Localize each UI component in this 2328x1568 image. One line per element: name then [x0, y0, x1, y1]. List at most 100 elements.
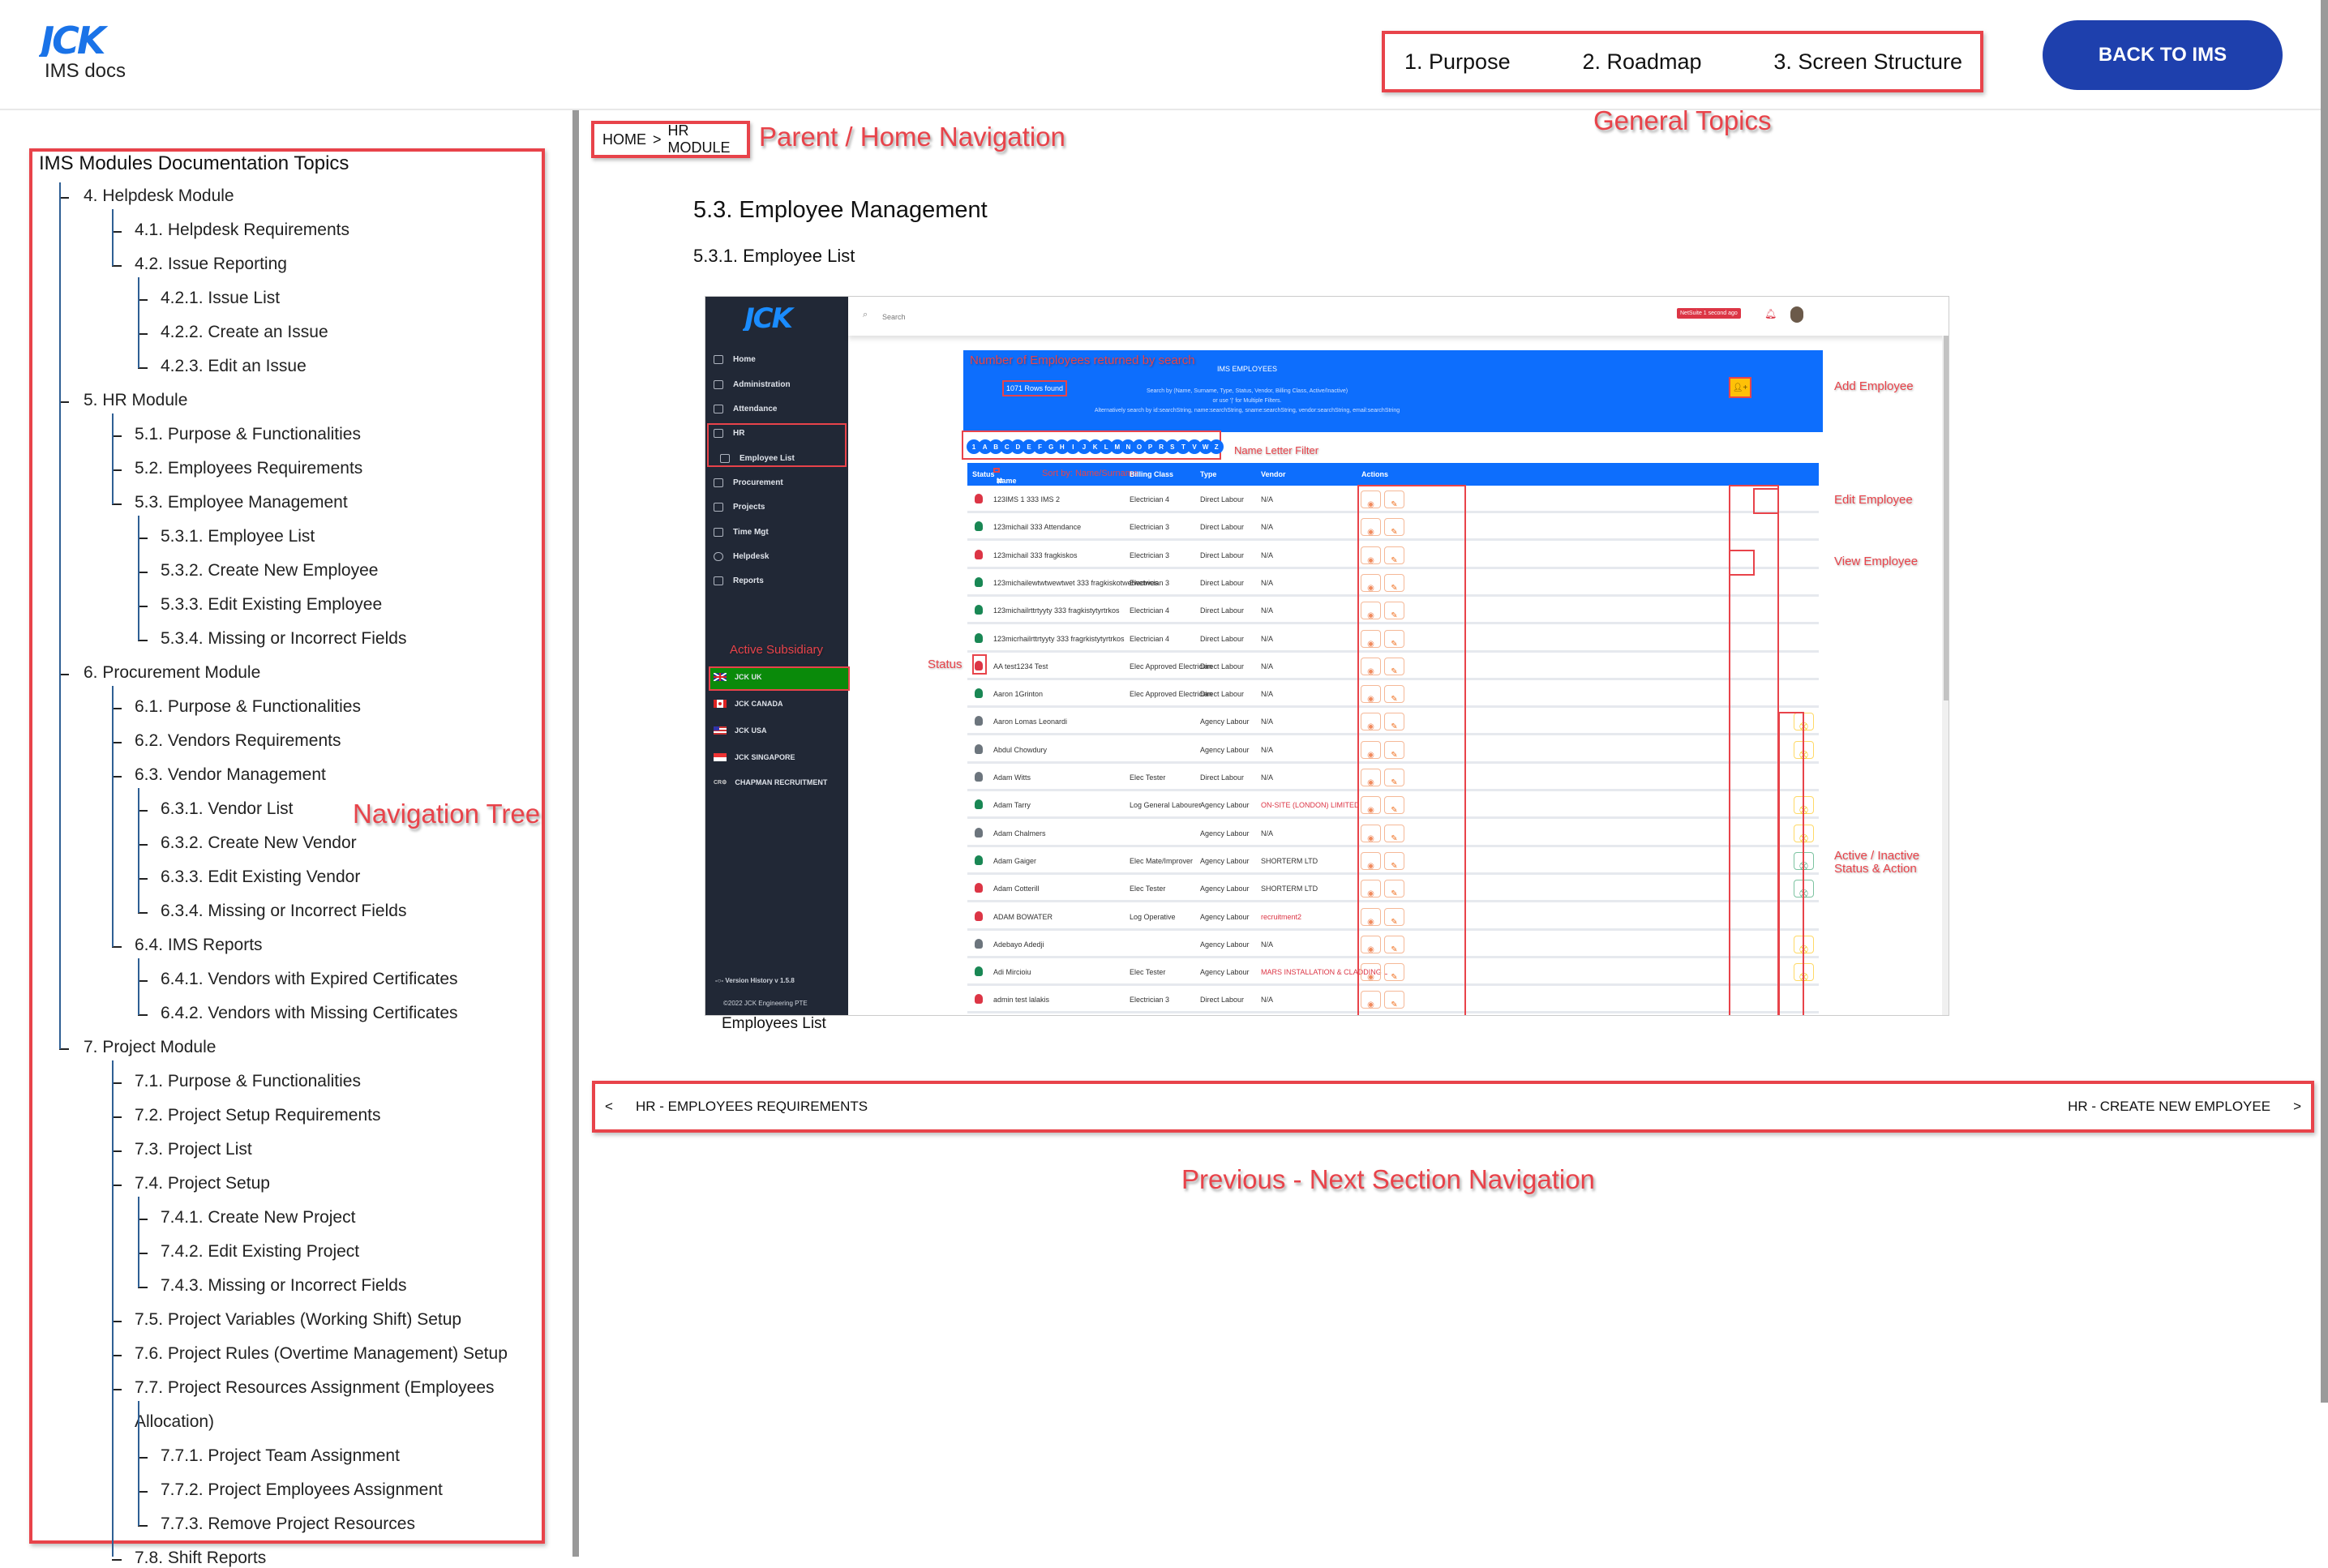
tree-item[interactable]: 7.7.3. Remove Project Resources — [161, 1514, 415, 1534]
employee-type: Direct Labour — [1200, 634, 1245, 643]
tree-item[interactable]: 6.3.4. Missing or Incorrect Fields — [161, 902, 406, 921]
vendor: N/A — [1261, 996, 1274, 1005]
tree-branch-line — [138, 277, 139, 368]
tree-branch-line — [112, 1060, 114, 1557]
tree-item[interactable]: 6.4.1. Vendors with Expired Certificates — [161, 970, 458, 989]
vendor: N/A — [1261, 690, 1274, 699]
topic-roadmap[interactable]: 2. Roadmap — [1582, 49, 1701, 75]
employee-name: Adam Cotterill — [993, 885, 1040, 893]
tree-item[interactable]: 5.3.1. Employee List — [161, 527, 315, 546]
tree-item[interactable]: 6.3.3. Edit Existing Vendor — [161, 868, 360, 887]
prev-section-label: HR - EMPLOYEES REQUIREMENTS — [635, 1099, 868, 1114]
breadcrumb: HOME > HR MODULE — [591, 121, 750, 158]
employee-type: Direct Labour — [1200, 495, 1245, 503]
person-status-icon — [975, 910, 983, 921]
vendor: N/A — [1261, 606, 1274, 615]
person-status-icon — [975, 716, 983, 726]
tree-item[interactable]: 7.3. Project List — [135, 1140, 252, 1159]
tree-item[interactable]: 7.4.1. Create New Project — [161, 1208, 355, 1227]
tree-item[interactable]: 7.4.2. Edit Existing Project — [161, 1242, 359, 1262]
hr-menu-highlight — [707, 423, 847, 467]
tree-item[interactable]: 4.2.1. Issue List — [161, 289, 280, 308]
breadcrumb-home[interactable]: HOME — [602, 131, 646, 148]
tree-item[interactable]: 6.2. Vendors Requirements — [135, 731, 341, 751]
employee-name: Adi Mircioiu — [993, 968, 1031, 977]
tree-item[interactable]: 4.2. Issue Reporting — [135, 255, 287, 274]
tree-item[interactable]: 7.5. Project Variables (Working Shift) S… — [135, 1310, 461, 1330]
employee-type: Agency Labour — [1200, 940, 1250, 949]
tree-item[interactable]: 5.2. Employees Requirements — [135, 459, 362, 478]
copyright: ©2022 JCK Engineering PTE — [723, 1000, 808, 1007]
tree-item[interactable]: 6.4.2. Vendors with Missing Certificates — [161, 1004, 458, 1023]
app-nav-reports: Reports — [714, 576, 764, 585]
app-nav-time-mgt: Time Mgt — [714, 528, 769, 537]
tree-branch-line — [112, 686, 114, 947]
tree-item[interactable]: 6.4. IMS Reports — [135, 936, 263, 955]
tree-item[interactable]: 7.6. Project Rules (Overtime Management)… — [135, 1344, 508, 1364]
tree-item[interactable]: 5.1. Purpose & Functionalities — [135, 425, 361, 444]
tree-item[interactable]: 4.2.2. Create an Issue — [161, 323, 328, 342]
back-to-ims-button[interactable]: BACK TO IMS — [2043, 20, 2283, 90]
tree-item[interactable]: 7. Project Module — [84, 1038, 216, 1057]
tree-item[interactable]: 7.7. Project Resources Assignment (Emplo… — [135, 1378, 495, 1398]
singapore-flag-icon — [714, 753, 727, 761]
tree-item[interactable]: 6.3.2. Create New Vendor — [161, 833, 357, 853]
employee-name: AA test1234 Test — [993, 662, 1048, 670]
add-employee-button: 👤︎+ — [1729, 377, 1751, 398]
employee-name: 123michail 333 Attendance — [993, 523, 1082, 532]
tree-item[interactable]: 6.3. Vendor Management — [135, 765, 326, 785]
tree-item[interactable]: 5. HR Module — [84, 391, 187, 410]
billing-class: Electrician 3 — [1130, 523, 1170, 532]
employee-type: Direct Labour — [1200, 773, 1245, 782]
page-scrollbar[interactable] — [2321, 0, 2328, 1403]
person-status-icon — [975, 494, 983, 503]
tree-item[interactable]: 7.1. Purpose & Functionalities — [135, 1072, 361, 1091]
tree-item[interactable]: 7.7.1. Project Team Assignment — [161, 1446, 400, 1466]
tree-branch-line — [138, 516, 139, 640]
breadcrumb-hr-module[interactable]: HR MODULE — [668, 122, 747, 156]
tree-item[interactable]: 6.3.1. Vendor List — [161, 799, 293, 819]
figure-caption: Employees List — [722, 1015, 826, 1032]
letter-filter-z: Z — [1209, 439, 1224, 454]
topic-purpose[interactable]: 1. Purpose — [1404, 49, 1511, 75]
nav-tree-title: IMS Modules Documentation Topics — [39, 152, 349, 174]
billing-class: Elec Tester — [1130, 968, 1166, 977]
tree-item[interactable]: 7.7.2. Project Employees Assignment — [161, 1480, 443, 1500]
tree-item[interactable]: 4.1. Helpdesk Requirements — [135, 221, 349, 240]
tree-branch-line — [138, 1197, 139, 1287]
tree-item[interactable]: 6. Procurement Module — [84, 663, 260, 683]
tree-item[interactable]: 4. Helpdesk Module — [84, 186, 234, 206]
toggle-column-highlight — [1778, 712, 1804, 1015]
employee-name: 123IMS 1 333 IMS 2 — [993, 495, 1061, 503]
employee-name: Adam Tarry — [993, 801, 1031, 810]
employee-type: Agency Labour — [1200, 856, 1250, 865]
tree-item[interactable]: 5.3. Employee Management — [135, 493, 348, 512]
tree-item[interactable]: 7.8. Shift Reports — [135, 1549, 266, 1568]
subsidiary-jck-canada: JCK CANADA — [714, 700, 783, 708]
vendor: SHORTERM LTD — [1261, 856, 1318, 865]
diagram-icon — [714, 503, 723, 512]
tree-item[interactable]: 5.3.4. Missing or Incorrect Fields — [161, 629, 406, 649]
employee-name: ADAM BOWATER — [993, 912, 1053, 921]
annotation-view-employee: View Employee — [1834, 555, 1919, 568]
calendar-check-icon — [714, 405, 723, 413]
employee-type: Direct Labour — [1200, 662, 1245, 670]
tree-item[interactable]: 7.2. Project Setup Requirements — [135, 1106, 381, 1125]
tree-item[interactable]: 5.3.3. Edit Existing Employee — [161, 595, 382, 615]
tree-item[interactable]: 5.3.2. Create New Employee — [161, 561, 378, 581]
panel-divider[interactable] — [572, 110, 579, 1557]
tree-item[interactable]: 4.2.3. Edit an Issue — [161, 357, 307, 376]
tree-item[interactable]: 7.4. Project Setup — [135, 1174, 270, 1193]
tree-item[interactable]: 7.4.3. Missing or Incorrect Fields — [161, 1276, 406, 1296]
vendor: N/A — [1261, 495, 1274, 503]
vendor: recruitment2 — [1261, 912, 1302, 921]
employee-type: Direct Labour — [1200, 523, 1245, 532]
prev-section-link[interactable]: < HR - EMPLOYEES REQUIREMENTS — [605, 1099, 868, 1115]
next-section-link[interactable]: HR - CREATE NEW EMPLOYEE > — [2068, 1099, 2301, 1115]
topic-screen-structure[interactable]: 3. Screen Structure — [1773, 49, 1962, 75]
jck-logo[interactable]: JCK — [39, 21, 132, 57]
table-header: Status ⇄ Name Sort by: Name/Surname Billi… — [967, 463, 1819, 486]
employee-type: Agency Labour — [1200, 912, 1250, 921]
billing-class: Elec Mate/Improver — [1130, 856, 1194, 865]
tree-item[interactable]: 6.1. Purpose & Functionalities — [135, 697, 361, 717]
